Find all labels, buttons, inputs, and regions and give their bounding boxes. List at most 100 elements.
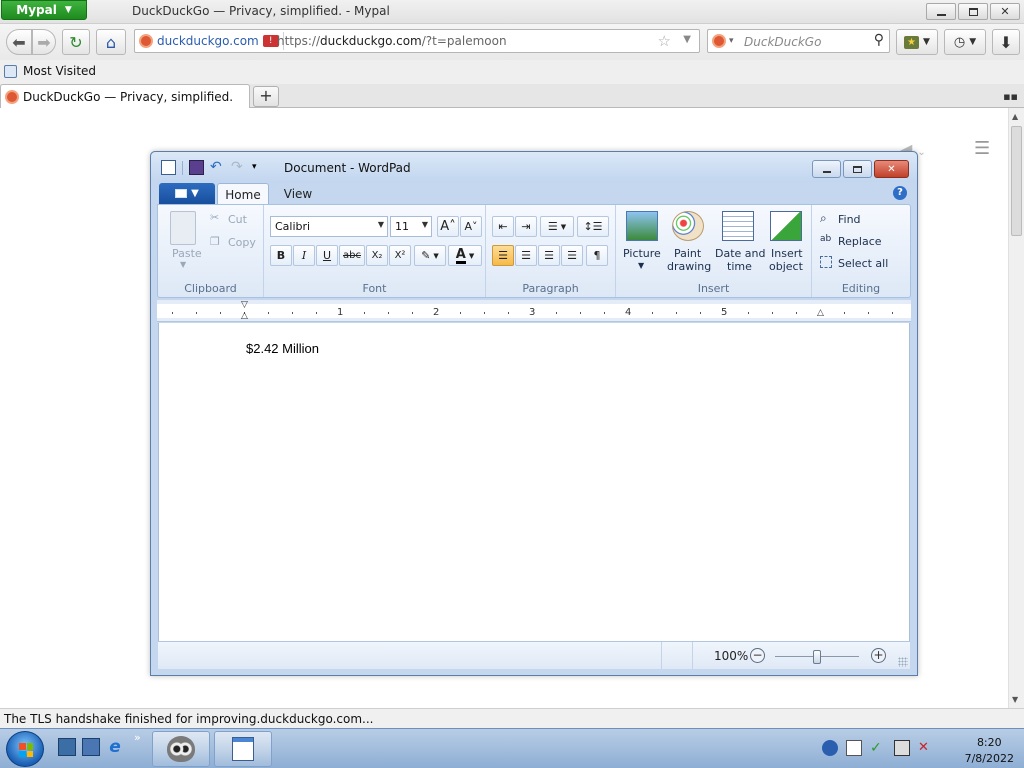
font-size-select[interactable]: 11 ▼ (390, 216, 432, 237)
paragraph-settings-button[interactable]: ¶ (586, 245, 608, 266)
line-spacing-button[interactable]: ↕☰ (577, 216, 609, 237)
bold-button[interactable]: B (270, 245, 292, 266)
switch-windows-icon[interactable] (82, 738, 100, 756)
zoom-in-button[interactable]: + (871, 648, 886, 663)
scroll-up-icon[interactable]: ▲ (1012, 112, 1018, 121)
wordpad-menu-button[interactable]: ▼ (159, 183, 215, 204)
calendar-clock-icon[interactable] (722, 211, 754, 241)
wordpad-minimize-button[interactable] (812, 160, 841, 178)
tab-home[interactable]: Home (217, 183, 269, 205)
url-text[interactable]: https://duckduckgo.com/?t=palemoon (277, 34, 507, 48)
close-button[interactable]: ✕ (990, 3, 1020, 20)
tab-view[interactable]: View (275, 183, 321, 205)
zoom-out-button[interactable]: − (750, 648, 765, 663)
document-area[interactable]: $2.42 Million (158, 323, 910, 641)
scroll-down-icon[interactable]: ▼ (1012, 695, 1018, 704)
quick-launch-more-icon[interactable]: » (134, 731, 141, 744)
back-button[interactable]: ⬅ (6, 29, 32, 55)
picture-icon[interactable] (626, 211, 658, 241)
justify-button[interactable]: ☰ (561, 245, 583, 266)
restore-button[interactable] (958, 3, 988, 20)
align-left-button[interactable]: ☰ (492, 245, 514, 266)
subscript-button[interactable]: X₂ (366, 245, 388, 266)
bookmark-star-icon[interactable]: ☆ (658, 32, 671, 50)
save-icon[interactable] (189, 160, 204, 175)
wordpad-maximize-button[interactable] (843, 160, 872, 178)
customize-qat-icon[interactable]: ▾ (252, 160, 267, 175)
right-indent-icon[interactable]: △ (817, 308, 824, 318)
replace-button[interactable]: Replace (838, 235, 882, 248)
bluetooth-icon[interactable] (822, 740, 838, 756)
start-button[interactable] (6, 731, 44, 767)
first-line-indent-icon[interactable]: ▽ (241, 300, 248, 310)
app-menu-button[interactable]: Mypal ▼ (1, 0, 87, 20)
taskbar-mypal-button[interactable] (152, 731, 210, 767)
tab-strip: DuckDuckGo — Privacy, simplified. + ▪▪ (0, 84, 1024, 108)
shrink-font-button[interactable]: A˅ (460, 216, 482, 237)
document-text[interactable]: $2.42 Million (246, 341, 319, 356)
date-time-button[interactable]: Date and (715, 247, 765, 260)
volume-muted-icon[interactable]: ✕ (918, 740, 934, 756)
redo-icon[interactable]: ↷ (231, 160, 246, 175)
italic-button[interactable]: I (293, 245, 315, 266)
resize-grip[interactable] (898, 657, 908, 667)
url-bar[interactable]: duckduckgo.com ! https://duckduckgo.com/… (134, 29, 700, 53)
copy-button[interactable]: Copy (228, 236, 256, 249)
highlight-color-button[interactable]: ✎ ▼ (414, 245, 446, 266)
home-button[interactable]: ⌂ (96, 29, 126, 55)
wordpad-close-button[interactable]: ✕ (874, 160, 909, 178)
font-family-select[interactable]: Calibri ▼ (270, 216, 388, 237)
align-right-button[interactable]: ☰ (538, 245, 560, 266)
minimize-button[interactable] (926, 3, 956, 20)
paste-button[interactable]: Paste (172, 247, 202, 260)
show-desktop-icon[interactable] (58, 738, 76, 756)
bullet-list-button[interactable]: ☰ ▼ (540, 216, 574, 237)
network-icon[interactable] (894, 740, 910, 756)
divider (182, 160, 183, 175)
bookmarks-menu-button[interactable]: ★ ▼ (896, 29, 938, 55)
reload-button[interactable]: ↻ (62, 29, 90, 55)
list-all-tabs-icon[interactable]: ▪▪ (1003, 90, 1018, 103)
superscript-button[interactable]: X² (389, 245, 411, 266)
vertical-scrollbar[interactable]: ▲ ▼ (1008, 108, 1024, 708)
underline-button[interactable]: U (316, 245, 338, 266)
paste-icon[interactable] (170, 211, 196, 245)
help-icon[interactable]: ? (893, 186, 907, 200)
increase-indent-button[interactable]: ⇥ (515, 216, 537, 237)
downloads-button[interactable]: ⬇ (992, 29, 1020, 55)
paint-palette-icon[interactable] (672, 211, 704, 241)
picture-button[interactable]: Picture (623, 247, 661, 260)
security-shield-icon[interactable]: ✓ (870, 740, 886, 756)
find-button[interactable]: Find (838, 213, 861, 226)
taskbar-wordpad-button[interactable] (214, 731, 272, 767)
bookmarks-toolbar: Most Visited (0, 60, 1024, 84)
search-engine-selector[interactable]: ▾ (712, 34, 734, 48)
undo-icon[interactable]: ↶ (210, 160, 225, 175)
zoom-slider-thumb[interactable] (813, 650, 821, 664)
decrease-indent-button[interactable]: ⇤ (492, 216, 514, 237)
strikethrough-button[interactable]: abc (339, 245, 365, 266)
new-tab-button[interactable]: + (253, 86, 279, 107)
insert-object-button[interactable]: Insert (771, 247, 803, 260)
grow-font-button[interactable]: A˄ (437, 216, 459, 237)
tab-duckduckgo[interactable]: DuckDuckGo — Privacy, simplified. (0, 84, 250, 108)
site-identity[interactable]: duckduckgo.com ! (137, 32, 284, 50)
paint-drawing-button[interactable]: Paint (674, 247, 701, 260)
ruler[interactable]: 1 2 3 4 5 ▽ △ △ (157, 300, 911, 322)
hamburger-menu-icon[interactable]: ☰ (974, 138, 990, 159)
scrollbar-thumb[interactable] (1011, 126, 1022, 236)
internet-explorer-icon[interactable]: e (106, 738, 124, 756)
font-color-button[interactable]: A ▼ (448, 245, 482, 266)
align-center-button[interactable]: ☰ (515, 245, 537, 266)
history-button[interactable]: ◷ ▼ (944, 29, 986, 55)
bookmark-most-visited[interactable]: Most Visited (4, 64, 96, 78)
search-bar[interactable]: ▾ DuckDuckGo ⚲ (707, 29, 890, 53)
clock[interactable]: 8:20 7/8/2022 (965, 735, 1014, 767)
insert-object-icon[interactable] (770, 211, 802, 241)
select-all-button[interactable]: Select all (838, 257, 888, 270)
search-icon[interactable]: ⚲ (874, 32, 884, 48)
cut-button[interactable]: Cut (228, 213, 247, 226)
url-history-dropdown-icon[interactable]: ▼ (683, 34, 691, 45)
left-indent-icon[interactable]: △ (241, 311, 248, 321)
notes-icon[interactable] (846, 740, 862, 756)
